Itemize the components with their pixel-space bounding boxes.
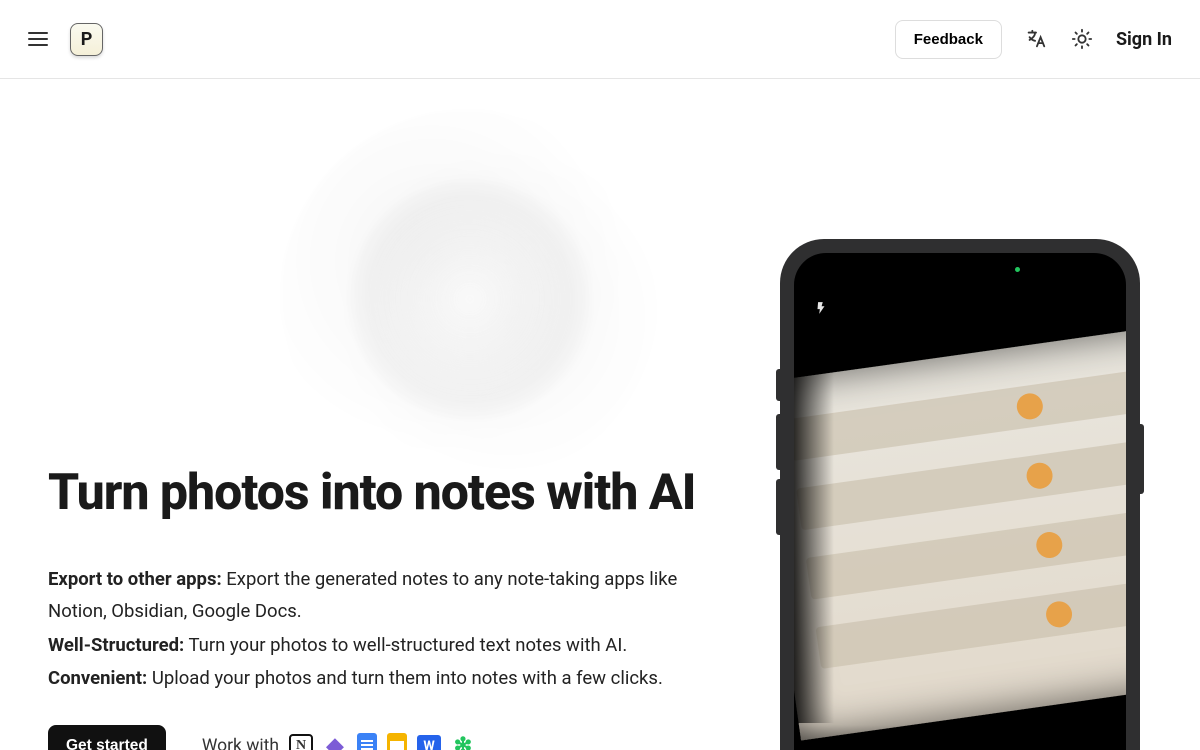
background-decoration bbox=[280, 109, 660, 489]
feedback-button[interactable]: Feedback bbox=[895, 20, 1002, 59]
google-docs-icon bbox=[357, 733, 377, 750]
google-slides-icon bbox=[387, 733, 407, 750]
phone-button-icon bbox=[1140, 424, 1144, 494]
obsidian-icon: ◆ bbox=[323, 734, 347, 750]
hero-section: Turn photos into notes with AI Export to… bbox=[0, 79, 1200, 750]
phone-mockup bbox=[780, 239, 1140, 750]
language-icon[interactable] bbox=[1024, 27, 1048, 51]
phone-screen bbox=[794, 253, 1126, 750]
evernote-icon: ❇ bbox=[451, 734, 475, 750]
theme-icon[interactable] bbox=[1070, 27, 1094, 51]
logo-letter: P bbox=[81, 29, 93, 50]
hero-title: Turn photos into notes with AI bbox=[48, 464, 708, 522]
flash-icon bbox=[814, 301, 828, 318]
notion-icon: N bbox=[289, 734, 313, 750]
work-with-label-row: Work with N ◆ W ❇ bbox=[202, 733, 475, 750]
signin-link[interactable]: Sign In bbox=[1116, 29, 1172, 50]
header-left: P bbox=[28, 23, 103, 56]
header-right: Feedback Sign In bbox=[895, 20, 1172, 59]
logo-badge[interactable]: P bbox=[70, 23, 103, 56]
menu-icon[interactable] bbox=[28, 32, 48, 46]
phone-button-icon bbox=[776, 414, 780, 470]
feature-line: Export to other apps: Export the generat… bbox=[48, 564, 708, 628]
work-with-label: Work with bbox=[202, 736, 279, 750]
phone-button-icon bbox=[776, 369, 780, 401]
cta-row: Get started Work with N ◆ W ❇ bbox=[48, 725, 708, 750]
hero-content: Turn photos into notes with AI Export to… bbox=[48, 464, 708, 750]
integration-icons: N ◆ W ❇ bbox=[289, 733, 475, 750]
camera-document-preview bbox=[794, 326, 1126, 741]
get-started-button[interactable]: Get started bbox=[48, 725, 166, 750]
word-icon: W bbox=[417, 735, 441, 750]
header-bar: P Feedback Sign In bbox=[0, 0, 1200, 79]
feature-line: Well-Structured: Turn your photos to wel… bbox=[48, 630, 708, 662]
feature-list: Export to other apps: Export the generat… bbox=[48, 564, 708, 695]
phone-button-icon bbox=[776, 479, 780, 535]
camera-indicator-icon bbox=[1015, 267, 1020, 272]
feature-line: Convenient: Upload your photos and turn … bbox=[48, 663, 708, 695]
